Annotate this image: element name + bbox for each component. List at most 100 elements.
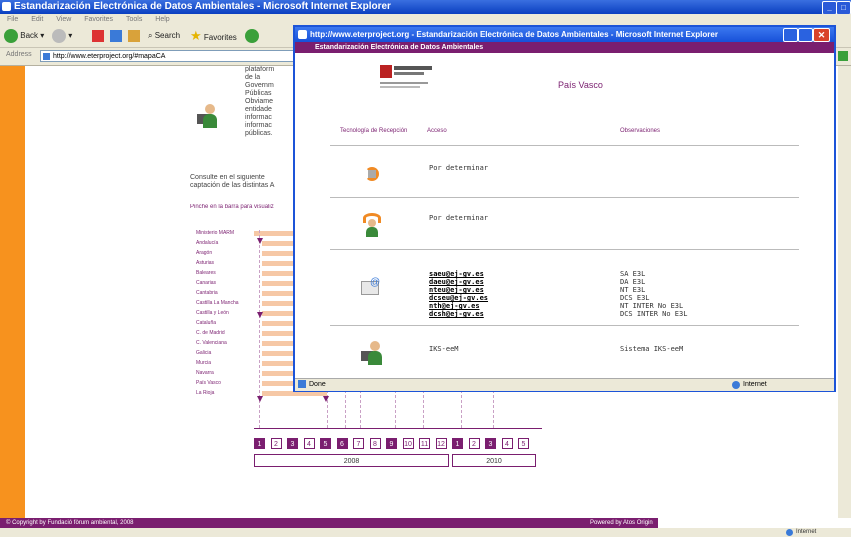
month-button[interactable]: 12 bbox=[435, 438, 447, 449]
menu-favorites[interactable]: Favorites bbox=[84, 16, 113, 23]
left-orange-bar bbox=[0, 66, 25, 518]
menu-tools[interactable]: Tools bbox=[126, 16, 142, 23]
back-status-bar: Internet bbox=[0, 528, 851, 537]
region-bar[interactable] bbox=[262, 341, 293, 346]
year-2008-box: 2008 bbox=[254, 454, 449, 467]
history-icon bbox=[245, 28, 259, 43]
pinche-text: Pinche en la barra para visualiz bbox=[190, 204, 274, 210]
header-observaciones: Observaciones bbox=[620, 128, 661, 134]
month-button[interactable]: 2 bbox=[468, 438, 480, 449]
month-button[interactable]: 9 bbox=[386, 438, 397, 449]
region-bar[interactable] bbox=[262, 281, 293, 286]
email-link-daeu[interactable]: daeu@ej-gv.es bbox=[429, 278, 484, 286]
popup-close-button[interactable]: ✕ bbox=[813, 28, 830, 42]
region-label[interactable]: Asturias bbox=[196, 260, 214, 266]
search-button[interactable]: ⌕ Search bbox=[148, 28, 180, 44]
popup-minimize-button[interactable] bbox=[783, 28, 798, 42]
region-label[interactable]: Baleares bbox=[196, 270, 216, 276]
globe-icon bbox=[732, 381, 740, 389]
month-button[interactable]: 1 bbox=[254, 438, 265, 449]
footer-powered: Powered by Atos Origin bbox=[540, 518, 658, 528]
region-label[interactable]: Castilla La Mancha bbox=[196, 300, 239, 306]
region-label[interactable]: C. de Madrid bbox=[196, 330, 225, 336]
popup-subtitle-bar: Estandarización Electrónica de Datos Amb… bbox=[295, 42, 834, 53]
maximize-button[interactable]: □ bbox=[836, 1, 851, 15]
email-link-nth[interactable]: nth@ej-gv.es bbox=[429, 302, 480, 310]
right-scroll-area[interactable] bbox=[838, 66, 851, 518]
header-tecnologia: Tecnología de Recepción bbox=[340, 128, 408, 134]
menu-bar: File Edit View Favorites Tools Help bbox=[0, 14, 851, 25]
month-button[interactable]: 7 bbox=[353, 438, 364, 449]
email-link-dcsh[interactable]: dcsh@ej-gv.es bbox=[429, 310, 484, 318]
region-label[interactable]: Galicia bbox=[196, 350, 211, 356]
menu-help[interactable]: Help bbox=[155, 16, 169, 23]
consulte-text: Consulte en el siguiente captación de la… bbox=[190, 174, 275, 189]
month-button[interactable]: 4 bbox=[501, 438, 513, 449]
region-bar[interactable] bbox=[262, 251, 293, 256]
address-label: Address bbox=[6, 51, 32, 58]
obs-nt-inter: NT INTER No E3L bbox=[620, 302, 684, 310]
region-bar[interactable] bbox=[262, 321, 293, 326]
region-bar[interactable] bbox=[262, 351, 293, 356]
month-button[interactable]: 3 bbox=[485, 438, 496, 449]
region-bar[interactable] bbox=[262, 271, 293, 276]
region-title: País Vasco bbox=[558, 80, 603, 90]
region-bar[interactable] bbox=[262, 241, 293, 246]
stop-button[interactable] bbox=[92, 28, 104, 44]
back-arrow-icon bbox=[4, 28, 18, 43]
email-icon: @ bbox=[361, 277, 381, 297]
region-bar[interactable] bbox=[262, 261, 293, 266]
email-link-dcseu[interactable]: dcseu@ej-gv.es bbox=[429, 294, 488, 302]
month-button[interactable]: 1 bbox=[452, 438, 463, 449]
month-button[interactable]: 10 bbox=[402, 438, 414, 449]
region-label[interactable]: C. Valenciana bbox=[196, 340, 227, 346]
region-bar[interactable] bbox=[262, 291, 293, 296]
refresh-button[interactable] bbox=[110, 28, 122, 44]
row1-acceso: Por determinar bbox=[429, 164, 489, 172]
region-label[interactable]: Aragón bbox=[196, 250, 212, 256]
region-label[interactable]: Castilla y León bbox=[196, 310, 229, 316]
month-button[interactable]: 2 bbox=[270, 438, 282, 449]
month-button[interactable]: 5 bbox=[320, 438, 331, 449]
email-link-nteu[interactable]: nteu@ej-gv.es bbox=[429, 286, 484, 294]
region-label[interactable]: Ministerio MARM bbox=[196, 230, 234, 236]
region-label[interactable]: Canarias bbox=[196, 280, 216, 286]
forward-button[interactable]: ▾ bbox=[52, 28, 72, 44]
footer-copyright: © Copyright by Fundació fòrum ambiental,… bbox=[0, 518, 540, 528]
month-button[interactable]: 5 bbox=[518, 438, 529, 449]
month-button[interactable]: 4 bbox=[303, 438, 315, 449]
region-bar[interactable] bbox=[262, 311, 293, 316]
history-button[interactable] bbox=[245, 28, 259, 44]
month-button[interactable]: 3 bbox=[287, 438, 298, 449]
user-computer-icon bbox=[197, 104, 219, 128]
menu-file[interactable]: File bbox=[7, 16, 18, 23]
go-button[interactable] bbox=[838, 51, 848, 61]
menu-edit[interactable]: Edit bbox=[31, 16, 43, 23]
region-label[interactable]: Cataluña bbox=[196, 320, 216, 326]
menu-view[interactable]: View bbox=[56, 16, 71, 23]
obs-da: DA E3L bbox=[620, 278, 646, 286]
month-button[interactable]: 8 bbox=[369, 438, 381, 449]
home-button[interactable] bbox=[128, 28, 140, 44]
region-label[interactable]: País Vasco bbox=[196, 380, 221, 386]
region-bar[interactable] bbox=[262, 331, 293, 336]
region-bar[interactable] bbox=[262, 381, 293, 386]
region-bar[interactable] bbox=[262, 301, 293, 306]
region-label[interactable]: Murcia bbox=[196, 360, 211, 366]
month-button[interactable]: 11 bbox=[419, 438, 430, 449]
region-label[interactable]: La Rioja bbox=[196, 390, 214, 396]
region-label[interactable]: Navarra bbox=[196, 370, 214, 376]
region-label[interactable]: Andalucía bbox=[196, 240, 218, 246]
favorites-button[interactable]: ★ Favorites bbox=[190, 28, 237, 44]
email-link-saeu[interactable]: saeu@ej-gv.es bbox=[429, 270, 484, 278]
region-bar[interactable] bbox=[262, 361, 293, 366]
address-input[interactable]: http://www.eterproject.org/#mapaCA bbox=[40, 50, 300, 62]
timeline-marker bbox=[257, 396, 263, 402]
month-button[interactable]: 6 bbox=[336, 438, 348, 449]
region-label[interactable]: Cantabria bbox=[196, 290, 218, 296]
minimize-button[interactable]: _ bbox=[822, 1, 837, 15]
region-bar[interactable] bbox=[262, 371, 293, 376]
back-button[interactable]: Back ▾ bbox=[4, 28, 44, 44]
stop-icon bbox=[92, 29, 104, 42]
popup-maximize-button[interactable] bbox=[798, 28, 813, 42]
